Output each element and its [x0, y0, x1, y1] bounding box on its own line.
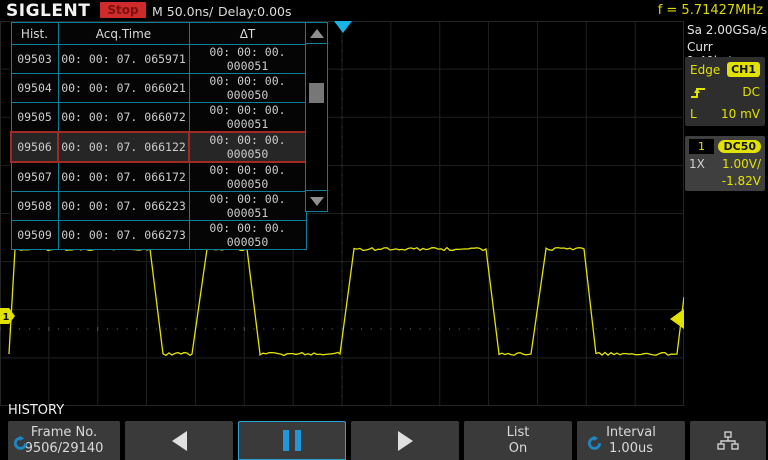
- pause-icon: [283, 430, 301, 451]
- delay-readout: Delay:0.00s: [218, 4, 292, 19]
- table-row[interactable]: 09507 00: 00: 07. 066172 00: 00: 00. 000…: [11, 162, 306, 192]
- cell-acq-time[interactable]: 00: 00: 07. 066021: [58, 74, 189, 103]
- cell-acq-time[interactable]: 00: 00: 07. 066273: [58, 221, 189, 250]
- interval-value: 1.00us: [609, 441, 653, 457]
- table-row[interactable]: 09508 00: 00: 07. 066223 00: 00: 00. 000…: [11, 192, 306, 221]
- waveform-trace: [9, 248, 684, 356]
- header-acq-time: Acq.Time: [58, 23, 189, 45]
- cell-hist[interactable]: 09506: [11, 132, 58, 162]
- channel-number: 1: [689, 139, 714, 154]
- cell-acq-time[interactable]: 00: 00: 07. 066223: [58, 192, 189, 221]
- softkey-menu: Frame No. 9506/29140 List On Interval 1.…: [0, 421, 768, 460]
- rising-edge-icon: [690, 85, 707, 99]
- channel-offset: -1.82V: [722, 174, 761, 188]
- cell-delta-t[interactable]: 00: 00: 00. 000050: [189, 162, 306, 192]
- channel-probe: 1X: [689, 157, 705, 171]
- cell-acq-time[interactable]: 00: 00: 07. 066172: [58, 162, 189, 192]
- cell-acq-time[interactable]: 00: 00: 07. 065971: [58, 45, 189, 74]
- lan-icon: [717, 431, 739, 451]
- cell-delta-t[interactable]: 00: 00: 00. 000051: [189, 192, 306, 221]
- cell-delta-t[interactable]: 00: 00: 00. 000051: [189, 103, 306, 133]
- channel1-info-panel[interactable]: 1 DC50 1X 1.00V/ -1.82V: [685, 136, 765, 191]
- history-table: Hist. Acq.Time ΔT 09503 00: 00: 07. 0659…: [10, 22, 307, 250]
- list-label: List: [507, 425, 530, 441]
- timebase-readout: M 50.0ns/: [152, 4, 213, 19]
- interval-label: Interval: [606, 425, 656, 441]
- trigger-level-marker[interactable]: [670, 309, 684, 329]
- trigger-source-badge: CH1: [727, 62, 760, 77]
- channel-scale: 1.00V/: [722, 157, 761, 171]
- previous-icon: [172, 431, 187, 451]
- cell-hist[interactable]: 09505: [11, 103, 58, 133]
- brand-logo: SIGLENT: [6, 1, 90, 21]
- previous-frame-button[interactable]: [125, 421, 233, 460]
- ch1-zero-marker[interactable]: 1: [0, 308, 15, 324]
- cell-acq-time[interactable]: 00: 00: 07. 066122: [58, 132, 189, 162]
- frame-label: Frame No.: [31, 425, 97, 441]
- table-scrollbar[interactable]: [305, 22, 328, 212]
- oscilloscope-screen: SIGLENT Stop M 50.0ns/ Delay:0.00s f = 5…: [0, 0, 768, 460]
- cell-delta-t[interactable]: 00: 00: 00. 000051: [189, 45, 306, 74]
- cell-hist[interactable]: 09508: [11, 192, 58, 221]
- refresh-icon: [13, 435, 28, 450]
- next-frame-button[interactable]: [351, 421, 459, 460]
- channel-impedance-badge: DC50: [718, 140, 761, 153]
- refresh-icon: [587, 435, 602, 450]
- trigger-level-label: L: [690, 107, 697, 121]
- cell-hist[interactable]: 09504: [11, 74, 58, 103]
- trigger-info-panel[interactable]: Edge CH1 DC L 10 mV: [685, 57, 765, 126]
- trigger-coupling: DC: [742, 85, 760, 99]
- frequency-counter: f = 5.71427MHz: [658, 3, 763, 18]
- table-row[interactable]: 09506 00: 00: 07. 066122 00: 00: 00. 000…: [11, 132, 306, 162]
- frame-value: 9506/29140: [25, 441, 104, 457]
- table-row[interactable]: 09509 00: 00: 07. 066273 00: 00: 00. 000…: [11, 221, 306, 250]
- trigger-level-value: 10 mV: [721, 107, 760, 121]
- frame-number-button[interactable]: Frame No. 9506/29140: [8, 421, 120, 460]
- table-row[interactable]: 09505 00: 00: 07. 066072 00: 00: 00. 000…: [11, 103, 306, 133]
- cell-delta-t[interactable]: 00: 00: 00. 000050: [189, 132, 306, 162]
- svg-text:1: 1: [3, 312, 10, 323]
- table-row[interactable]: 09503 00: 00: 07. 065971 00: 00: 00. 000…: [11, 45, 306, 74]
- table-row[interactable]: 09504 00: 00: 07. 066021 00: 00: 00. 000…: [11, 74, 306, 103]
- down-arrow-icon: [310, 197, 324, 206]
- menu-title: HISTORY: [8, 403, 64, 418]
- interval-button[interactable]: Interval 1.00us: [577, 421, 685, 460]
- pause-button[interactable]: [238, 421, 346, 460]
- list-toggle-button[interactable]: List On: [464, 421, 572, 460]
- header-hist: Hist.: [11, 23, 58, 45]
- cell-acq-time[interactable]: 00: 00: 07. 066072: [58, 103, 189, 133]
- header-delta-t: ΔT: [189, 23, 306, 45]
- table-header-row: Hist. Acq.Time ΔT: [11, 23, 306, 45]
- trigger-position-marker[interactable]: [334, 21, 352, 33]
- sample-rate-readout: Sa 2.00GSa/s: [687, 23, 767, 37]
- acquisition-status-badge[interactable]: Stop: [100, 2, 146, 18]
- cell-hist[interactable]: 09507: [11, 162, 58, 192]
- trigger-type: Edge: [690, 63, 720, 77]
- up-arrow-icon: [310, 29, 324, 38]
- top-status-bar: SIGLENT Stop M 50.0ns/ Delay:0.00s f = 5…: [0, 0, 768, 21]
- cell-delta-t[interactable]: 00: 00: 00. 000050: [189, 221, 306, 250]
- next-icon: [398, 431, 413, 451]
- list-value: On: [509, 441, 527, 457]
- scroll-down-button[interactable]: [306, 190, 327, 211]
- scroll-up-button[interactable]: [306, 23, 327, 44]
- cell-hist[interactable]: 09509: [11, 221, 58, 250]
- scrollbar-thumb[interactable]: [309, 83, 324, 103]
- lan-status-button[interactable]: [690, 421, 766, 460]
- cell-hist[interactable]: 09503: [11, 45, 58, 74]
- cell-delta-t[interactable]: 00: 00: 00. 000050: [189, 74, 306, 103]
